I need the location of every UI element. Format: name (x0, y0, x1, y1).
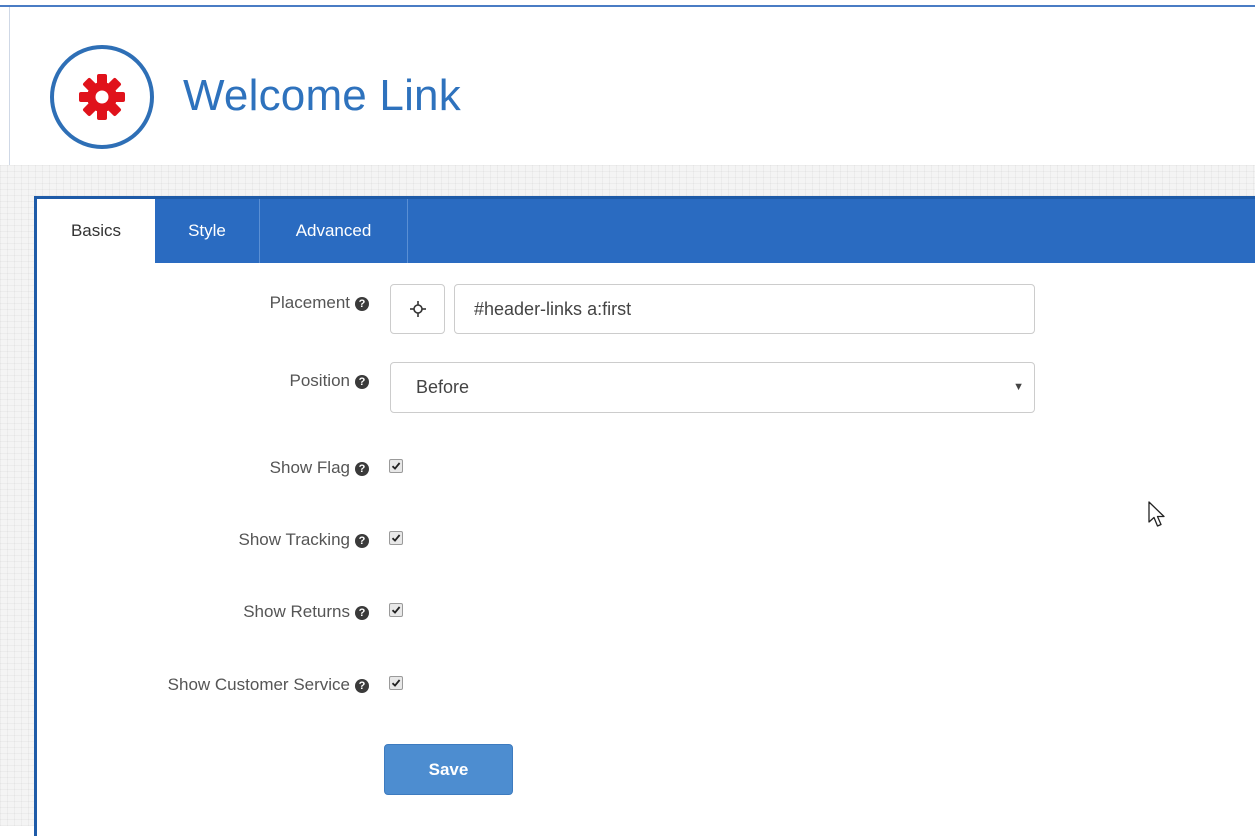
page-header: Welcome Link (10, 7, 1255, 165)
placement-label-row: Placement? (33, 293, 369, 313)
position-select[interactable]: Before ▼ (390, 362, 1035, 413)
position-label: Position (289, 371, 350, 390)
tab-bar: Basics Style Advanced (37, 199, 1255, 263)
show-tracking-label: Show Tracking (238, 530, 351, 549)
show-tracking-label-row: Show Tracking? (33, 530, 369, 550)
show-customer-service-label: Show Customer Service (167, 675, 350, 694)
page-title: Welcome Link (183, 71, 461, 120)
placement-label: Placement (269, 293, 350, 312)
element-picker-button[interactable] (390, 284, 445, 334)
question-circle-icon[interactable]: ? (355, 462, 369, 476)
mouse-cursor-icon (1148, 501, 1165, 527)
show-flag-checkbox[interactable] (389, 459, 403, 473)
checkmark-icon (391, 606, 401, 614)
checkmark-icon (391, 534, 401, 542)
placement-selector-input[interactable]: #header-links a:first (454, 284, 1035, 334)
question-circle-icon[interactable]: ? (355, 534, 369, 548)
question-circle-icon[interactable]: ? (355, 679, 369, 693)
position-selected-value: Before (416, 377, 470, 397)
chevron-down-icon: ▼ (1013, 381, 1024, 393)
show-customer-service-checkbox[interactable] (389, 676, 403, 690)
show-returns-label-row: Show Returns? (33, 602, 369, 622)
gear-icon (79, 74, 125, 120)
position-label-row: Position? (33, 371, 369, 391)
tab-advanced[interactable]: Advanced (260, 199, 408, 263)
show-tracking-checkbox[interactable] (389, 531, 403, 545)
show-returns-checkbox[interactable] (389, 603, 403, 617)
question-circle-icon[interactable]: ? (355, 606, 369, 620)
show-customer-service-label-row: Show Customer Service? (33, 675, 369, 695)
save-button[interactable]: Save (384, 744, 513, 795)
crosshair-icon (410, 301, 426, 317)
tab-basics[interactable]: Basics (37, 199, 155, 263)
show-returns-label: Show Returns (243, 602, 350, 621)
show-flag-label-row: Show Flag? (33, 458, 369, 478)
question-circle-icon[interactable]: ? (355, 297, 369, 311)
tab-style[interactable]: Style (155, 199, 260, 263)
checkmark-icon (391, 679, 401, 687)
checkmark-icon (391, 462, 401, 470)
question-circle-icon[interactable]: ? (355, 375, 369, 389)
show-flag-label: Show Flag (269, 458, 350, 477)
app-logo (50, 45, 154, 149)
